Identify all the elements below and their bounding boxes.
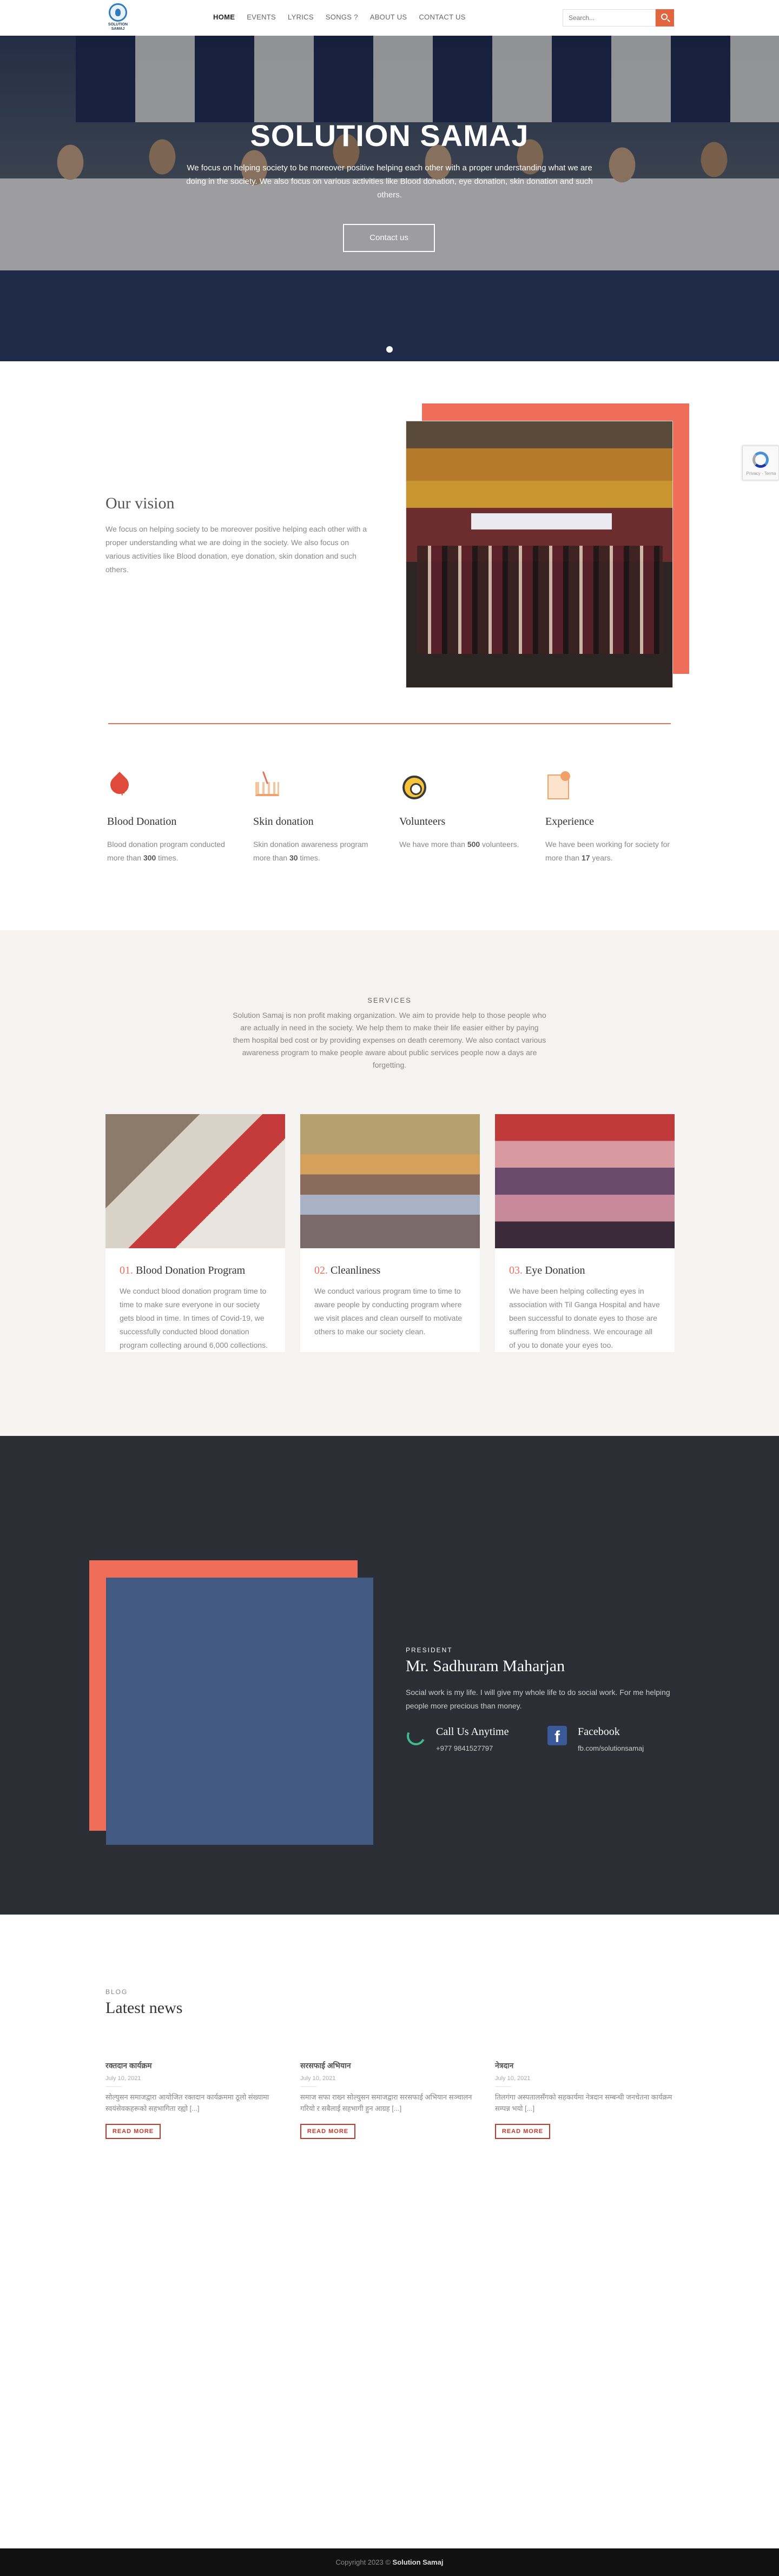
read-more-button[interactable]: READ MORE bbox=[495, 2124, 550, 2139]
feature-text: Blood donation program conducted more th… bbox=[107, 840, 225, 862]
hero-title: SOLUTION SAMAJ bbox=[250, 118, 529, 153]
feature-text: We have been working for society for mor… bbox=[545, 840, 670, 862]
vision-title: Our vision bbox=[105, 494, 175, 512]
president-quote: Social work is my life. I will give my w… bbox=[406, 1688, 670, 1710]
post-excerpt: सोल्युसन समाजद्वारा आयोजित रक्तदान कार्य… bbox=[105, 2093, 269, 2113]
nav-contact-us[interactable]: CONTACT US bbox=[419, 13, 465, 21]
nav-events[interactable]: EVENTS bbox=[247, 13, 276, 21]
blog-label: BLOG bbox=[105, 1988, 128, 1996]
facebook-link[interactable]: fb.com/solutionsamaj bbox=[578, 1744, 644, 1752]
slider-dot[interactable] bbox=[386, 346, 393, 353]
site-footer: Copyright 2023 © Solution Samaj bbox=[0, 2548, 779, 2576]
facebook-icon: f bbox=[547, 1726, 567, 1745]
blood-drop-icon bbox=[106, 771, 133, 798]
feature-volunteers: Volunteers We have more than 500 volunte… bbox=[399, 772, 529, 851]
contact-us-button[interactable]: Contact us bbox=[343, 224, 435, 252]
president-section: PRESIDENT Mr. Sadhuram Maharjan Social w… bbox=[0, 1436, 779, 1915]
service-card: 01. Blood Donation Program We conduct bl… bbox=[105, 1114, 285, 1352]
vision-photo bbox=[406, 421, 673, 688]
nav-songs[interactable]: SONGS ? bbox=[326, 13, 358, 21]
feature-skin-donation: Skin donation Skin donation awareness pr… bbox=[253, 772, 383, 865]
feature-title: Blood Donation bbox=[107, 816, 177, 827]
search-form bbox=[563, 9, 674, 27]
site-header: SOLUTION SAMAJ HOME EVENTS LYRICS SONGS … bbox=[0, 0, 779, 36]
call-number: +977 9841527797 bbox=[436, 1744, 493, 1752]
service-text: We have been helping collecting eyes in … bbox=[509, 1287, 660, 1349]
feature-text: We have more than 500 volunteers. bbox=[399, 840, 519, 849]
recaptcha-text: Privacy - Terms bbox=[746, 471, 776, 476]
feature-title: Skin donation bbox=[253, 816, 314, 827]
footer-brand: Solution Samaj bbox=[392, 2558, 444, 2566]
service-image bbox=[300, 1114, 480, 1248]
facebook-title: Facebook bbox=[578, 1726, 620, 1738]
blog-post: रक्तदान कार्यक्रम July 10, 2021 सोल्युसन… bbox=[105, 2061, 285, 2139]
post-excerpt: तिलगंगा अस्पतालसँगको सहकार्यमा नेत्रदान … bbox=[495, 2093, 672, 2113]
post-date: July 10, 2021 bbox=[105, 2075, 141, 2082]
recaptcha-badge[interactable]: Privacy - Terms bbox=[742, 446, 779, 480]
feature-experience: Experience We have been working for soci… bbox=[545, 771, 675, 865]
nav-lyrics[interactable]: LYRICS bbox=[288, 13, 314, 21]
services-description: Solution Samaj is non profit making orga… bbox=[233, 1011, 546, 1069]
phone-icon bbox=[404, 1724, 428, 1748]
feature-text: Skin donation awareness program more tha… bbox=[253, 840, 368, 862]
search-icon bbox=[661, 14, 668, 20]
feature-title: Experience bbox=[545, 816, 594, 827]
post-title[interactable]: सरसफाई अभियान bbox=[300, 2061, 480, 2071]
feature-blood-donation: Blood Donation Blood donation program co… bbox=[106, 771, 237, 865]
service-image bbox=[495, 1114, 675, 1248]
nav-about-us[interactable]: ABOUT US bbox=[370, 13, 407, 21]
service-card: 02. Cleanliness We conduct various progr… bbox=[300, 1114, 480, 1352]
nav-home[interactable]: HOME bbox=[213, 13, 235, 21]
service-title: 03. Eye Donation bbox=[509, 1264, 585, 1276]
post-date: July 10, 2021 bbox=[300, 2075, 336, 2082]
read-more-button[interactable]: READ MORE bbox=[300, 2124, 355, 2139]
post-date: July 10, 2021 bbox=[495, 2075, 531, 2082]
copyright-text: Copyright 2023 © bbox=[335, 2558, 393, 2566]
president-photo bbox=[106, 1578, 373, 1845]
services-section: SERVICES Solution Samaj is non profit ma… bbox=[0, 930, 779, 1436]
search-button[interactable] bbox=[656, 9, 674, 27]
hero-banner: SOLUTION SAMAJ We focus on helping socie… bbox=[0, 0, 779, 361]
post-excerpt: समाज सफा राख्न सोल्युसन समाजद्वारा सरसफा… bbox=[300, 2093, 472, 2113]
service-card: 03. Eye Donation We have been helping co… bbox=[495, 1114, 675, 1352]
blog-post: नेत्रदान July 10, 2021 तिलगंगा अस्पतालसँ… bbox=[495, 2061, 675, 2139]
experience-icon bbox=[547, 771, 570, 799]
vision-text: We focus on helping society to be moreov… bbox=[105, 525, 367, 574]
service-title: 02. Cleanliness bbox=[314, 1264, 381, 1276]
blog-title: Latest news bbox=[105, 1999, 183, 2017]
service-title: 01. Blood Donation Program bbox=[120, 1264, 246, 1276]
call-title: Call Us Anytime bbox=[436, 1726, 509, 1738]
post-title[interactable]: रक्तदान कार्यक्रम bbox=[105, 2061, 285, 2071]
blog-post: सरसफाई अभियान July 10, 2021 समाज सफा राख… bbox=[300, 2061, 480, 2139]
read-more-button[interactable]: READ MORE bbox=[105, 2124, 161, 2139]
site-logo[interactable]: SOLUTION SAMAJ bbox=[103, 3, 133, 32]
search-input[interactable] bbox=[563, 9, 656, 27]
recaptcha-icon bbox=[752, 452, 769, 468]
service-text: We conduct blood donation program time t… bbox=[120, 1287, 268, 1349]
service-text: We conduct various program time to time … bbox=[314, 1287, 463, 1336]
post-title[interactable]: नेत्रदान bbox=[495, 2061, 675, 2071]
feature-title: Volunteers bbox=[399, 816, 446, 827]
president-name: Mr. Sadhuram Maharjan bbox=[406, 1657, 565, 1675]
logo-text: SOLUTION SAMAJ bbox=[108, 23, 128, 31]
volunteers-icon bbox=[402, 776, 426, 799]
hero-description: We focus on helping society to be moreov… bbox=[186, 163, 593, 200]
services-label: SERVICES bbox=[367, 996, 412, 1004]
president-label: PRESIDENT bbox=[406, 1646, 453, 1654]
section-divider bbox=[108, 723, 671, 724]
main-nav: HOME EVENTS LYRICS SONGS ? ABOUT US CONT… bbox=[213, 13, 466, 21]
skin-icon bbox=[255, 782, 279, 796]
service-image bbox=[105, 1114, 285, 1248]
logo-emblem-icon bbox=[109, 3, 127, 22]
